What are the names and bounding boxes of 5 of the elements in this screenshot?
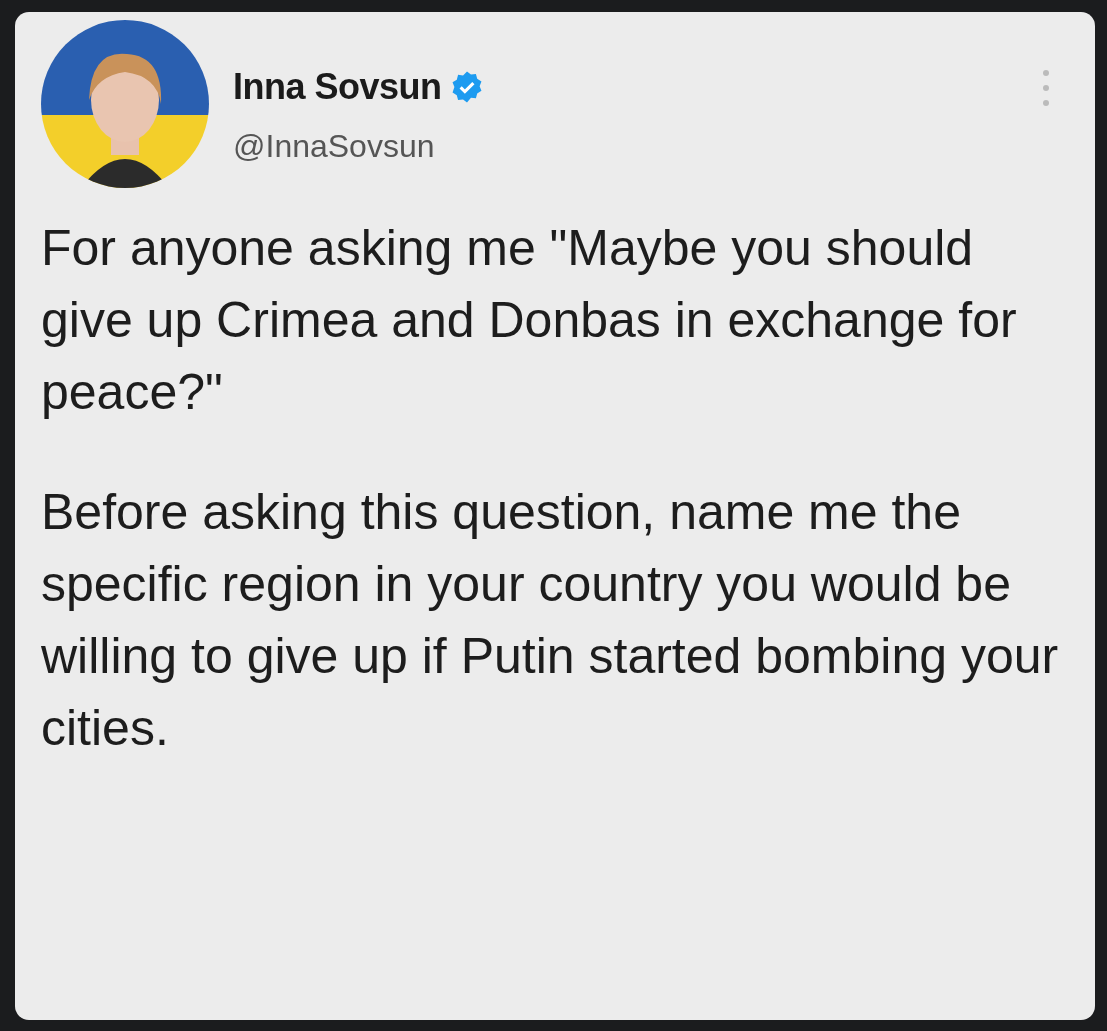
more-icon[interactable]: [1041, 68, 1051, 108]
author-name[interactable]: Inna Sovsun: [233, 60, 442, 114]
author-handle[interactable]: @InnaSovsun: [233, 122, 484, 170]
tweet-paragraph: Before asking this question, name me the specific region in your country you would be willing to give up if Putin started bombing your cities.: [41, 483, 1060, 758]
tweet-paragraph: For anyone asking me "Maybe you should give up Crimea and Donbas in exchange for peace?": [41, 219, 1018, 422]
